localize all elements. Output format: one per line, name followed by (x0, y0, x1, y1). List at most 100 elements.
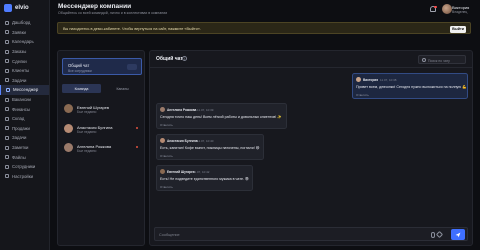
info-icon[interactable]: i (182, 56, 187, 61)
sidebar-item-label: Дашборд (12, 20, 31, 26)
contact-item[interactable]: Евгений Шугарев Был недавно (62, 102, 142, 116)
message-text: Привет всем, девчонки! Сегодня нужно выл… (356, 85, 467, 89)
sidebar-item[interactable]: Календарь (0, 37, 49, 47)
divider (150, 67, 472, 68)
sidebar-item-label: Настройки (12, 173, 34, 179)
tab-channels[interactable]: Каналы (103, 84, 142, 93)
user-role: Владелец (452, 10, 468, 14)
chat-tabs: Команда Каналы (62, 84, 142, 93)
sidebar-item[interactable]: Склад (0, 114, 49, 124)
message-author: Ангелина Рожкова (167, 107, 197, 112)
message-time: 11.07, 10:42 (193, 169, 210, 174)
finance-icon (5, 107, 9, 112)
unread-dot (135, 145, 138, 148)
sidebar-item-label: Финансы (12, 106, 31, 112)
avatar (64, 143, 73, 152)
messenger-icon (6, 87, 10, 92)
chat-list-panel: Общий чат Все сотрудники Команда Каналы … (57, 50, 145, 246)
page-subtitle: Общайтесь со всей командой, лично и в ко… (58, 11, 168, 15)
tasks-icon (5, 78, 9, 83)
sidebar-item[interactable]: Клиенты (0, 66, 49, 76)
sidebar-item[interactable]: Заказы (0, 47, 49, 57)
message-bubble[interactable]: Анастасия Булгина 11.07, 10:40 Есть, капит… (156, 134, 264, 160)
logo-icon (4, 4, 12, 12)
orders-icon (5, 49, 9, 54)
vacancies-icon (5, 97, 9, 102)
tasks-icon (5, 135, 9, 140)
reply-link[interactable]: Ответить (356, 93, 369, 97)
sidebar-item-label: Календарь (12, 39, 34, 45)
sidebar-item-label: Сотрудники (12, 164, 36, 170)
exit-button[interactable]: Выйти (450, 25, 466, 33)
message-bubble[interactable]: Ангелина Рожкова 11.07, 10:39 Сегодня точн… (156, 103, 287, 129)
message-time: 11.07, 10:40 (197, 138, 214, 143)
search-input[interactable] (428, 57, 464, 64)
message-author: Анастасия Булгина (167, 138, 198, 143)
sidebar-item-label: Файлы (12, 154, 26, 160)
sidebar-item[interactable]: Вакансии (0, 95, 49, 105)
general-chat-subtitle: Все сотрудники (68, 69, 92, 73)
topbar: Мессенджер компании Общайтесь со всей ко… (50, 0, 480, 20)
sidebar-item[interactable]: Сотрудники (0, 162, 49, 172)
bell-icon[interactable] (430, 5, 437, 12)
clients-icon (5, 68, 9, 73)
page-title: Мессенджер компании (58, 3, 132, 10)
message-bubble[interactable]: Евгений Шугарев 11.07, 10:42 Есть! Не подв… (156, 165, 253, 191)
warehouse-icon (5, 116, 9, 121)
tab-team[interactable]: Команда (62, 84, 101, 93)
notification-dot (434, 5, 437, 8)
reply-link[interactable]: Ответить (160, 123, 173, 127)
sidebar: elvio Дашборд Заявки Календарь Заказы Сделки… (0, 0, 50, 250)
calendar-icon (5, 39, 9, 44)
sidebar-item-label: Сделки (12, 58, 27, 64)
message-time: 11.07, 10:38 (380, 77, 397, 82)
sidebar-item[interactable]: Файлы (0, 152, 49, 162)
chat-panel: Общий чат i Виктория11.07, 10:38 Привет в… (149, 50, 473, 246)
dashboard-icon (5, 20, 9, 25)
avatar (160, 107, 165, 112)
sidebar-item[interactable]: Дашборд (0, 18, 49, 28)
sidebar-item-label: Мессенджер (13, 87, 39, 93)
contact-item[interactable]: Анастасия Булгина Был недавно (62, 122, 142, 136)
sidebar-item[interactable]: Задачи (0, 76, 49, 86)
avatar[interactable] (442, 4, 452, 14)
sidebar-item[interactable]: Мессенджер (0, 85, 49, 95)
reply-link[interactable]: Ответить (160, 154, 173, 158)
avatar (160, 138, 165, 143)
composer (154, 227, 468, 241)
logo[interactable]: elvio (0, 0, 49, 12)
sidebar-item[interactable]: Заметки (0, 143, 49, 153)
attach-icon[interactable] (431, 232, 435, 238)
chat-badge (127, 64, 137, 70)
logo-text: elvio (15, 5, 29, 11)
sidebar-item-label: Заказы (12, 49, 27, 55)
demo-banner: Вы находитесь в демо-кабинете. Чтобы вер… (57, 22, 471, 34)
message-bubble[interactable]: Виктория 11.07, 10:38 Привет всем, девчонк… (352, 73, 468, 99)
sidebar-item-label: Клиенты (12, 68, 30, 74)
message-input[interactable] (159, 231, 409, 239)
message-time: 11.07, 10:39 (197, 107, 214, 112)
avatar (64, 124, 73, 133)
sidebar-item[interactable]: Финансы (0, 104, 49, 114)
chat-title: Общий чат (156, 56, 183, 62)
link-icon[interactable] (435, 230, 444, 239)
sidebar-item[interactable]: Задачи (0, 133, 49, 143)
files-icon (5, 155, 9, 160)
general-chat-card[interactable]: Общий чат Все сотрудники (62, 58, 142, 75)
staff-icon (5, 164, 9, 169)
notes-icon (5, 145, 9, 150)
settings-icon (5, 174, 9, 179)
contact-item[interactable]: Ангелина Рожкова Был недавно (62, 141, 142, 155)
send-button[interactable] (451, 229, 465, 240)
sidebar-item-label: Склад (12, 116, 25, 122)
chat-search[interactable] (418, 55, 466, 64)
reply-link[interactable]: Ответить (160, 185, 173, 189)
sidebar-item[interactable]: Заявки (0, 28, 49, 38)
avatar (64, 104, 73, 113)
contact-status: Был недавно (77, 109, 97, 114)
message-author: Виктория (363, 77, 379, 82)
sidebar-item[interactable]: Продажи (0, 124, 49, 134)
sidebar-item[interactable]: Сделки (0, 56, 49, 66)
sidebar-item[interactable]: Настройки (0, 172, 49, 182)
message-text: Сегодня точно наш день! Всем лёгкой рабо… (160, 115, 282, 119)
